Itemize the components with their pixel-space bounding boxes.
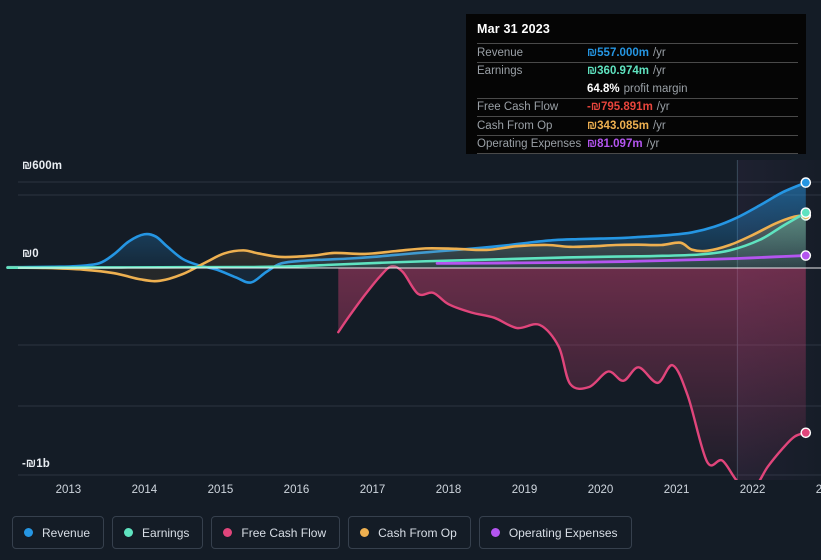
- tooltip-row: Free Cash Flow -₪795.891m/yr: [477, 97, 798, 117]
- legend-item-revenue[interactable]: Revenue: [12, 516, 105, 549]
- x-axis-tick: 2023: [815, 484, 821, 496]
- x-axis-tick: 2021: [663, 484, 690, 496]
- tooltip-row-unit: /yr: [652, 119, 666, 132]
- tooltip-row-label: Cash From Op: [477, 119, 553, 132]
- tooltip-row-label: Earnings: [477, 65, 523, 78]
- x-axis-tick: 2017: [359, 484, 386, 496]
- tooltip-row-label: Operating Expenses: [477, 138, 582, 151]
- legend-item-cash-from-op[interactable]: Cash From Op: [348, 516, 471, 549]
- tooltip-row-unit: /yr: [652, 46, 666, 59]
- data-tooltip: Mar 31 2023 Revenue ₪557.000m/yr Earnings ₪…: [466, 14, 806, 154]
- tooltip-rows: Revenue ₪557.000m/yr Earnings ₪360.974m/yr 6…: [466, 43, 806, 153]
- y-axis-label-zero: ₪0: [22, 248, 39, 260]
- x-axis: 2013 2014 2015 2016 2017 2018 2019 2020 2021 2022…: [0, 484, 821, 506]
- legend-color-dot-icon: [124, 528, 134, 537]
- tooltip-row-value: ₪81.097m: [587, 138, 643, 151]
- x-axis-tick: 2016: [283, 484, 310, 496]
- tooltip-row-value: -₪795.891m: [587, 101, 653, 114]
- endpoint-marker-operating-expenses: [800, 250, 812, 261]
- tooltip-row: Earnings ₪360.974m/yr: [477, 61, 798, 81]
- x-axis-tick: 2013: [55, 484, 82, 496]
- x-axis-tick: 2015: [207, 484, 234, 496]
- x-axis-tick: 2014: [131, 484, 158, 496]
- chart-canvas: [6, 160, 821, 480]
- tooltip-row-unit: profit margin: [623, 82, 688, 95]
- tooltip-row: Cash From Op ₪343.085m/yr: [477, 116, 798, 135]
- legend-label: Cash From Op: [378, 525, 457, 540]
- tooltip-row-unit: /yr: [652, 65, 666, 78]
- legend-color-dot-icon: [24, 528, 33, 537]
- x-axis-tick: 2022: [739, 484, 766, 496]
- legend-label: Revenue: [42, 525, 91, 540]
- legend-label: Earnings: [142, 525, 190, 540]
- x-axis-tick: 2020: [587, 484, 614, 496]
- tooltip-row-value: 64.8%: [587, 82, 620, 95]
- tooltip-date: Mar 31 2023: [477, 22, 551, 36]
- tooltip-row-label: Revenue: [477, 46, 524, 59]
- tooltip-row-unit: /yr: [656, 101, 670, 114]
- legend-label: Operating Expenses: [508, 525, 618, 540]
- tooltip-row-value: ₪343.085m: [587, 119, 649, 132]
- area-free-cash-flow: [338, 266, 806, 480]
- tooltip-row-unit: /yr: [646, 138, 660, 151]
- chart-plot-area[interactable]: [0, 160, 821, 480]
- legend-label: Free Cash Flow: [241, 525, 327, 540]
- tooltip-row: Operating Expenses ₪81.097m/yr: [477, 134, 798, 154]
- legend-item-free-cash-flow[interactable]: Free Cash Flow: [211, 516, 341, 549]
- endpoint-marker-earnings: [800, 207, 812, 218]
- y-axis-label-top: ₪600m: [22, 160, 63, 172]
- chart-root: ₪600m ₪0 -₪1b 2013 2014 2015 2016 2017 2018 20…: [0, 0, 821, 560]
- x-axis-tick: 2019: [511, 484, 538, 496]
- tooltip-row-label: Free Cash Flow: [477, 101, 559, 114]
- y-axis-label-bottom: -₪1b: [22, 458, 50, 470]
- legend-item-operating-expenses[interactable]: Operating Expenses: [478, 516, 632, 549]
- tooltip-row: Revenue ₪557.000m/yr: [477, 43, 798, 62]
- endpoint-marker-revenue: [800, 177, 812, 188]
- legend-item-earnings[interactable]: Earnings: [112, 516, 204, 549]
- tooltip-row-value: ₪360.974m: [587, 65, 649, 78]
- chart-legend: Revenue Earnings Free Cash Flow Cash From O…: [12, 516, 632, 549]
- legend-color-dot-icon: [490, 528, 500, 537]
- endpoint-marker-free-cash-flow: [800, 427, 812, 439]
- tooltip-row: 64.8% profit margin: [477, 80, 798, 98]
- tooltip-bottom-divider: [477, 153, 798, 154]
- legend-color-dot-icon: [223, 528, 233, 537]
- legend-color-dot-icon: [360, 528, 370, 537]
- tooltip-row-value: ₪557.000m: [587, 46, 649, 59]
- x-axis-tick: 2018: [435, 484, 462, 496]
